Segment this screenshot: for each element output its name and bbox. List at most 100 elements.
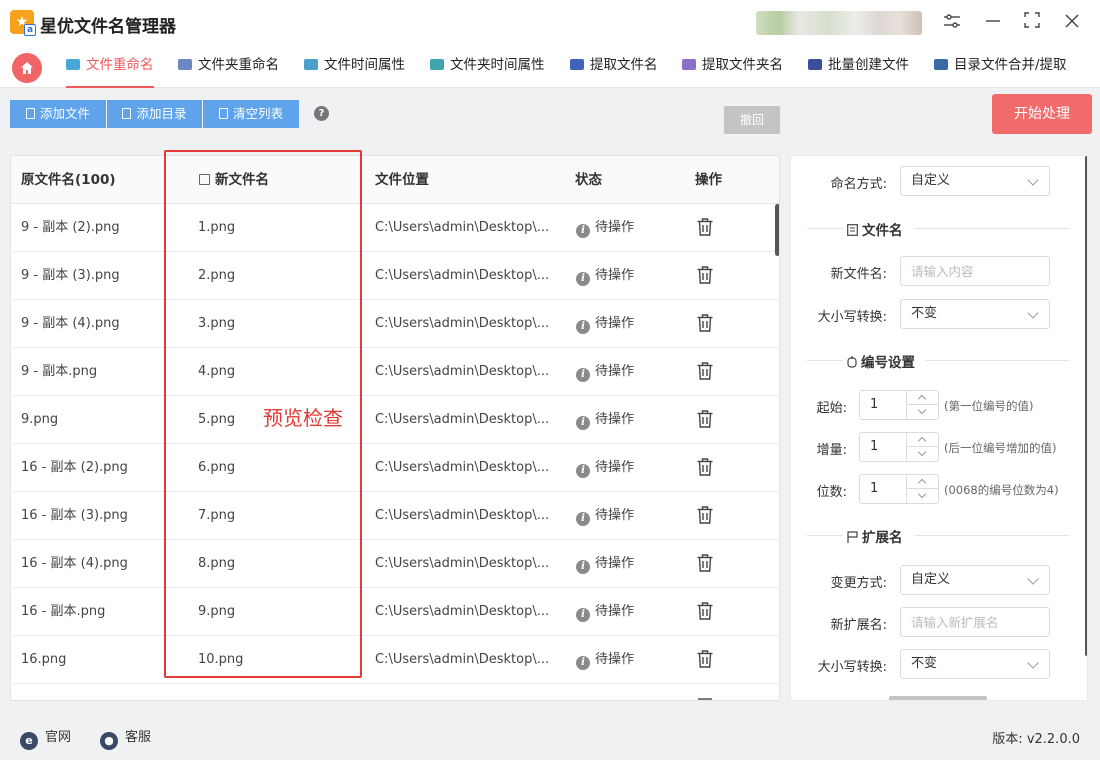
tab-batch-create[interactable]: 批量创建文件 (808, 46, 909, 86)
location-cell: C:\Users\admin\Desktop\... (375, 412, 550, 427)
original-name-cell: 9 - 副本.png (21, 364, 98, 379)
clear-list-button[interactable]: 清空列表 (203, 100, 299, 128)
start-hint: (第一位编号的值) (944, 399, 1034, 413)
location-cell: C:\Users\admin\Desktop\... (375, 460, 550, 475)
browser-e-icon: e (20, 732, 38, 750)
ext-case-label: 大小写转换: (817, 660, 887, 675)
status-cell: i 待操作 (576, 588, 634, 636)
file-table: 原文件名(100) 新文件名 文件位置 状态 操作 9 - 副本 (2).png… (10, 155, 780, 701)
chevron-down-icon (1027, 307, 1039, 319)
table-row-partial (11, 684, 779, 700)
extension-section-title: 扩展名 (847, 526, 903, 546)
decrement-icon[interactable] (907, 447, 938, 461)
start-stepper[interactable]: 1 (859, 390, 939, 420)
location-cell: C:\Users\admin\Desktop\... (375, 220, 550, 235)
info-icon: i (576, 416, 590, 430)
extract-foldername-icon (682, 59, 696, 70)
ext-mode-select[interactable]: 自定义 (900, 565, 1050, 595)
merge-extract-icon (934, 59, 948, 70)
trash-icon[interactable] (697, 554, 713, 572)
location-cell: C:\Users\admin\Desktop\... (375, 604, 550, 619)
decrement-icon[interactable] (907, 489, 938, 503)
start-label: 起始: (816, 401, 847, 416)
original-name-cell: 16.png (21, 652, 67, 667)
step-hint: (后一位编号增加的值) (944, 441, 1057, 455)
tab-merge-extract[interactable]: 目录文件合并/提取 (934, 46, 1067, 86)
new-name-input[interactable] (900, 256, 1050, 286)
status-cell: i 待操作 (576, 540, 634, 588)
tab-file-rename[interactable]: 文件重命名 (66, 46, 154, 88)
table-row[interactable]: 16 - 副本 (4).png 8.png C:\Users\admin\Deskt… (11, 540, 779, 588)
minimize-icon[interactable] (980, 10, 1006, 36)
status-cell: i 待操作 (576, 444, 634, 492)
decrement-icon[interactable] (907, 405, 938, 419)
increment-icon[interactable] (907, 475, 938, 489)
settings-scrollbar[interactable] (1085, 156, 1087, 656)
undo-button[interactable]: 撤回 (724, 106, 780, 134)
add-directory-button[interactable]: 添加目录 (107, 100, 202, 128)
case-convert-select[interactable]: 不变 (900, 299, 1050, 329)
trash-icon[interactable] (697, 506, 713, 524)
naming-mode-select[interactable]: 自定义 (900, 166, 1050, 196)
trash-icon[interactable] (697, 314, 713, 332)
table-row[interactable]: 16 - 副本 (2).png 6.png C:\Users\admin\Deskt… (11, 444, 779, 492)
step-stepper[interactable]: 1 (859, 432, 939, 462)
trash-icon[interactable] (697, 410, 713, 428)
support-link[interactable]: ● 客服 (100, 726, 151, 750)
app-title: 星优文件名管理器 (40, 17, 176, 37)
info-icon: i (576, 464, 590, 478)
tab-folder-rename[interactable]: 文件夹重命名 (178, 46, 279, 86)
partial-button[interactable] (889, 696, 987, 700)
digits-stepper[interactable]: 1 (859, 474, 939, 504)
tab-folder-time[interactable]: 文件夹时间属性 (430, 46, 545, 86)
file-icon (25, 108, 35, 119)
status-cell: i 待操作 (576, 204, 634, 252)
header-location: 文件位置 (375, 172, 429, 188)
settings-sliders-icon[interactable] (939, 10, 965, 36)
table-row[interactable]: 9 - 副本.png 4.png C:\Users\admin\Desktop\..… (11, 348, 779, 396)
original-name-cell: 16 - 副本 (3).png (21, 508, 128, 523)
table-row[interactable]: 9 - 副本 (4).png 3.png C:\Users\admin\Deskto… (11, 300, 779, 348)
ext-case-select[interactable]: 不变 (900, 649, 1050, 679)
start-processing-button[interactable]: 开始处理 (992, 94, 1092, 134)
location-cell: C:\Users\admin\Desktop\... (375, 652, 550, 667)
trash-icon[interactable] (697, 458, 713, 476)
add-file-button[interactable]: 添加文件 (10, 100, 106, 128)
trash-icon[interactable] (697, 602, 713, 620)
version-info: 版本: v2.2.0.0 (992, 732, 1080, 747)
home-button[interactable] (12, 53, 42, 83)
tab-extract-foldername[interactable]: 提取文件夹名 (682, 46, 783, 86)
user-avatar[interactable] (756, 11, 922, 35)
table-row[interactable]: 16 - 副本.png 9.png C:\Users\admin\Desktop\.… (11, 588, 779, 636)
digits-hint: (0068的编号位数为4) (944, 483, 1059, 497)
trash-icon[interactable] (697, 650, 713, 668)
trash-icon[interactable] (697, 218, 713, 236)
table-row[interactable]: 16 - 副本 (3).png 7.png C:\Users\admin\Deskt… (11, 492, 779, 540)
increment-icon[interactable] (907, 391, 938, 405)
original-name-cell: 9.png (21, 412, 59, 427)
table-scrollbar[interactable] (775, 204, 779, 256)
help-icon[interactable]: ? (314, 106, 329, 121)
new-ext-input[interactable] (900, 607, 1050, 637)
location-cell: C:\Users\admin\Desktop\... (375, 364, 550, 379)
info-icon: i (576, 272, 590, 286)
original-name-cell: 9 - 副本 (3).png (21, 268, 120, 283)
close-icon[interactable] (1059, 10, 1085, 36)
table-row[interactable]: 9 - 副本 (3).png 2.png C:\Users\admin\Deskto… (11, 252, 779, 300)
original-name-cell: 16 - 副本 (2).png (21, 460, 128, 475)
maximize-icon[interactable] (1019, 10, 1045, 36)
tab-extract-filename[interactable]: 提取文件名 (570, 46, 658, 86)
trash-icon[interactable] (697, 362, 713, 380)
trash-icon[interactable] (697, 266, 713, 284)
number-icon (847, 356, 857, 368)
filename-section-title: 文件名 (847, 219, 903, 239)
increment-icon[interactable] (907, 433, 938, 447)
folder-time-icon (430, 59, 444, 70)
tab-file-time[interactable]: 文件时间属性 (304, 46, 405, 86)
table-row[interactable]: 9.png 5.png C:\Users\admin\Desktop\... i 待操作 (11, 396, 779, 444)
info-icon: i (576, 224, 590, 238)
table-row[interactable]: 9 - 副本 (2).png 1.png C:\Users\admin\Deskto… (11, 204, 779, 252)
table-row[interactable]: 16.png 10.png C:\Users\admin\Desktop\... i 待… (11, 636, 779, 684)
website-link[interactable]: e 官网 (20, 726, 71, 750)
file-rename-icon (66, 59, 80, 70)
